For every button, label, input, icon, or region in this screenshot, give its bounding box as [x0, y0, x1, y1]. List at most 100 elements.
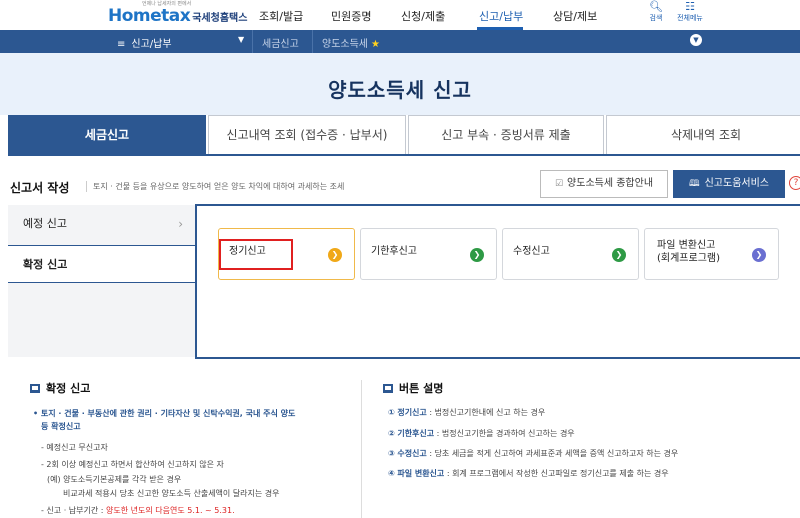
regular-report-card[interactable]: 정기신고 ❯: [218, 228, 355, 280]
item-name: 파일 변환신고: [397, 469, 445, 478]
menu-civil-certificate[interactable]: 민원증명: [331, 8, 371, 24]
breadcrumb-divider: [312, 30, 313, 53]
menu-consult-report[interactable]: 상담/제보: [553, 8, 597, 24]
report-type-panel: 정기신고 ❯ 기한후신고 ❯ 수정신고 ❯ 파일 변환신고 (회계프로그램) ❯: [195, 204, 800, 359]
section-title: 신고서 작성: [10, 181, 70, 195]
item-name: 정기신고: [397, 408, 427, 417]
breadcrumb-level2[interactable]: 세금신고: [262, 35, 299, 50]
breadcrumb-home-label: 신고/납부: [131, 39, 172, 50]
guide-button-label: 양도소득세 종합안내: [567, 178, 654, 189]
square-bullet-icon: [383, 384, 393, 393]
side-item-preliminary-report[interactable]: 예정 신고 ›: [8, 205, 195, 243]
card-label: 수정신고: [513, 246, 550, 257]
info-line: 비교과세 적용시 당초 신고한 양도소득 산출세액이 달라지는 경우: [63, 489, 280, 498]
info-heading-label: 버튼 설명: [399, 382, 444, 395]
help-question-icon[interactable]: ?: [789, 176, 800, 190]
chevron-right-icon: ›: [178, 217, 183, 231]
capital-gains-guide-button[interactable]: ☑ 양도소득세 종합안내: [540, 170, 668, 198]
tab-tax-report[interactable]: 세금신고: [8, 115, 206, 155]
info-line: - 2회 이상 예정신고 하면서 합산하여 신고하지 않은 자: [41, 460, 224, 469]
breadcrumb-level3[interactable]: 양도소득세 ★: [322, 35, 380, 50]
item-desc: : 당초 세금을 적게 신고하여 과세표준과 세액을 증액 신고하고자 하는 경…: [426, 449, 679, 458]
help-button-label: 신고도움서비스: [704, 178, 770, 189]
info-line: - 예정신고 무신고자: [41, 443, 108, 452]
button-desc-item: ① 정기신고 : 법정신고기한내에 신고 하는 경우: [388, 407, 545, 419]
expand-chevron-icon[interactable]: ▼: [690, 34, 702, 46]
button-desc-item: ③ 수정신고 : 당초 세금을 적게 신고하여 과세표준과 세액을 증액 신고하…: [388, 448, 678, 460]
info-heading: 버튼 설명: [383, 380, 793, 398]
search-button[interactable]: 🔍︎ 검색: [641, 1, 671, 23]
all-menu-label: 전체메뉴: [677, 14, 703, 22]
info-heading-label: 확정 신고: [46, 382, 91, 395]
search-label: 검색: [649, 14, 663, 22]
tab-report-history[interactable]: 신고내역 조회 (접수증 · 납부서): [208, 115, 406, 155]
section-description: 토지 · 건물 등을 유상으로 양도하여 얻은 양도 차익에 대하여 과세하는 …: [86, 181, 344, 192]
side-navigation: 예정 신고 › 확정 신고: [8, 205, 195, 357]
tab-attachment-submit[interactable]: 신고 부속 · 증빙서류 제출: [408, 115, 604, 155]
favorite-star-icon[interactable]: ★: [371, 39, 380, 50]
square-bullet-icon: [30, 384, 40, 393]
tab-deleted-history[interactable]: 삭제내역 조회: [606, 115, 800, 155]
info-bullet-line1: • 토지 · 건물 · 부동산에 관한 권리 · 기타자산 및 신탁수익권, 국…: [33, 409, 296, 418]
info-line: (예) 양도소득기본공제를 각각 받은 경우: [47, 475, 182, 484]
item-name: 수정신고: [397, 449, 427, 458]
side-item-label: 예정 신고: [23, 217, 67, 230]
menu-report-pay[interactable]: 신고/납부: [479, 8, 523, 24]
period-label: - 신고 · 납부기간 :: [41, 506, 106, 515]
final-report-info: 확정 신고: [30, 380, 350, 398]
hometax-logo[interactable]: 언제나 납세자의 편에서 Hometax 국세청홈택스: [108, 0, 247, 30]
button-description-info: 버튼 설명: [383, 380, 793, 398]
period-value: 양도한 년도의 다음연도 5.1. ~ 5.31.: [106, 506, 235, 515]
card-label: 기한후신고: [371, 246, 417, 257]
item-number: ③: [388, 449, 395, 458]
arrow-right-icon: ❯: [328, 248, 342, 262]
top-navigation: 언제나 납세자의 편에서 Hometax 국세청홈택스 조회/발급 민원증명 신…: [0, 0, 800, 30]
arrow-right-icon: ❯: [752, 248, 766, 262]
card-label-line2: (회계프로그램): [657, 253, 721, 264]
late-report-card[interactable]: 기한후신고 ❯: [360, 228, 497, 280]
breadcrumb-level3-label: 양도소득세: [322, 39, 368, 50]
breadcrumb-divider: [252, 30, 253, 53]
logo-brand: Hometax: [108, 6, 191, 26]
button-desc-item: ② 기한후신고 : 법정신고기한을 경과하여 신고하는 경우: [388, 428, 575, 440]
tab-underline: [8, 154, 800, 156]
card-label: 파일 변환신고 (회계프로그램): [657, 239, 720, 265]
book-icon: 🕮︎: [688, 179, 700, 189]
button-desc-item: ④ 파일 변환신고 : 회계 프로그램에서 작성한 신고파일로 정기신고를 제출…: [388, 468, 669, 480]
report-help-service-button[interactable]: 🕮︎ 신고도움서비스: [673, 170, 785, 198]
item-number: ②: [388, 429, 395, 438]
info-bullet: • 토지 · 건물 · 부동산에 관한 권리 · 기타자산 및 신탁수익권, 국…: [33, 407, 343, 433]
card-label: 정기신고: [229, 246, 266, 257]
page: 언제나 납세자의 편에서 Hometax 국세청홈택스 조회/발급 민원증명 신…: [0, 0, 800, 518]
menu-inquiry-issue[interactable]: 조회/발급: [259, 8, 303, 24]
tab-bar: 세금신고 신고내역 조회 (접수증 · 납부서) 신고 부속 · 증빙서류 제출…: [8, 115, 800, 155]
item-desc: : 법정신고기한을 경과하여 신고하는 경우: [434, 429, 575, 438]
checkbox-icon: ☑: [554, 179, 564, 189]
breadcrumb: ≡ 신고/납부 ▼ 세금신고 양도소득세 ★ ▼: [0, 30, 800, 53]
item-desc: : 회계 프로그램에서 작성한 신고파일로 정기신고를 제출 하는 경우: [444, 469, 669, 478]
item-name: 기한후신고: [397, 429, 435, 438]
chevron-down-icon[interactable]: ▼: [238, 35, 244, 44]
item-number: ④: [388, 469, 395, 478]
logo-tagline: 언제나 납세자의 편에서: [142, 1, 192, 7]
info-heading: 확정 신고: [30, 380, 350, 398]
search-icon: 🔍︎: [649, 0, 663, 13]
arrow-right-icon: ❯: [612, 248, 626, 262]
item-desc: : 법정신고기한내에 신고 하는 경우: [426, 408, 546, 417]
grid-icon: ☷: [685, 0, 695, 13]
info-bullet-line2: 등 확정신고: [41, 422, 81, 431]
breadcrumb-home[interactable]: ≡ 신고/납부: [117, 35, 172, 50]
all-menu-button[interactable]: ☷ 전체메뉴: [672, 1, 708, 23]
section-divider: [361, 380, 362, 518]
info-period: - 신고 · 납부기간 : 양도한 년도의 다음연도 5.1. ~ 5.31.: [41, 505, 235, 517]
menu-apply-submit[interactable]: 신청/제출: [401, 8, 445, 24]
card-label-line1: 파일 변환신고: [657, 240, 716, 251]
side-item-final-report[interactable]: 확정 신고: [8, 245, 195, 283]
item-number: ①: [388, 408, 395, 417]
file-conversion-report-card[interactable]: 파일 변환신고 (회계프로그램) ❯: [644, 228, 779, 280]
amended-report-card[interactable]: 수정신고 ❯: [502, 228, 639, 280]
logo-org: 국세청홈택스: [192, 13, 248, 24]
side-item-label: 확정 신고: [23, 258, 68, 271]
page-title: 양도소득세 신고: [328, 78, 472, 102]
menu-lines-icon: ≡: [117, 39, 126, 50]
